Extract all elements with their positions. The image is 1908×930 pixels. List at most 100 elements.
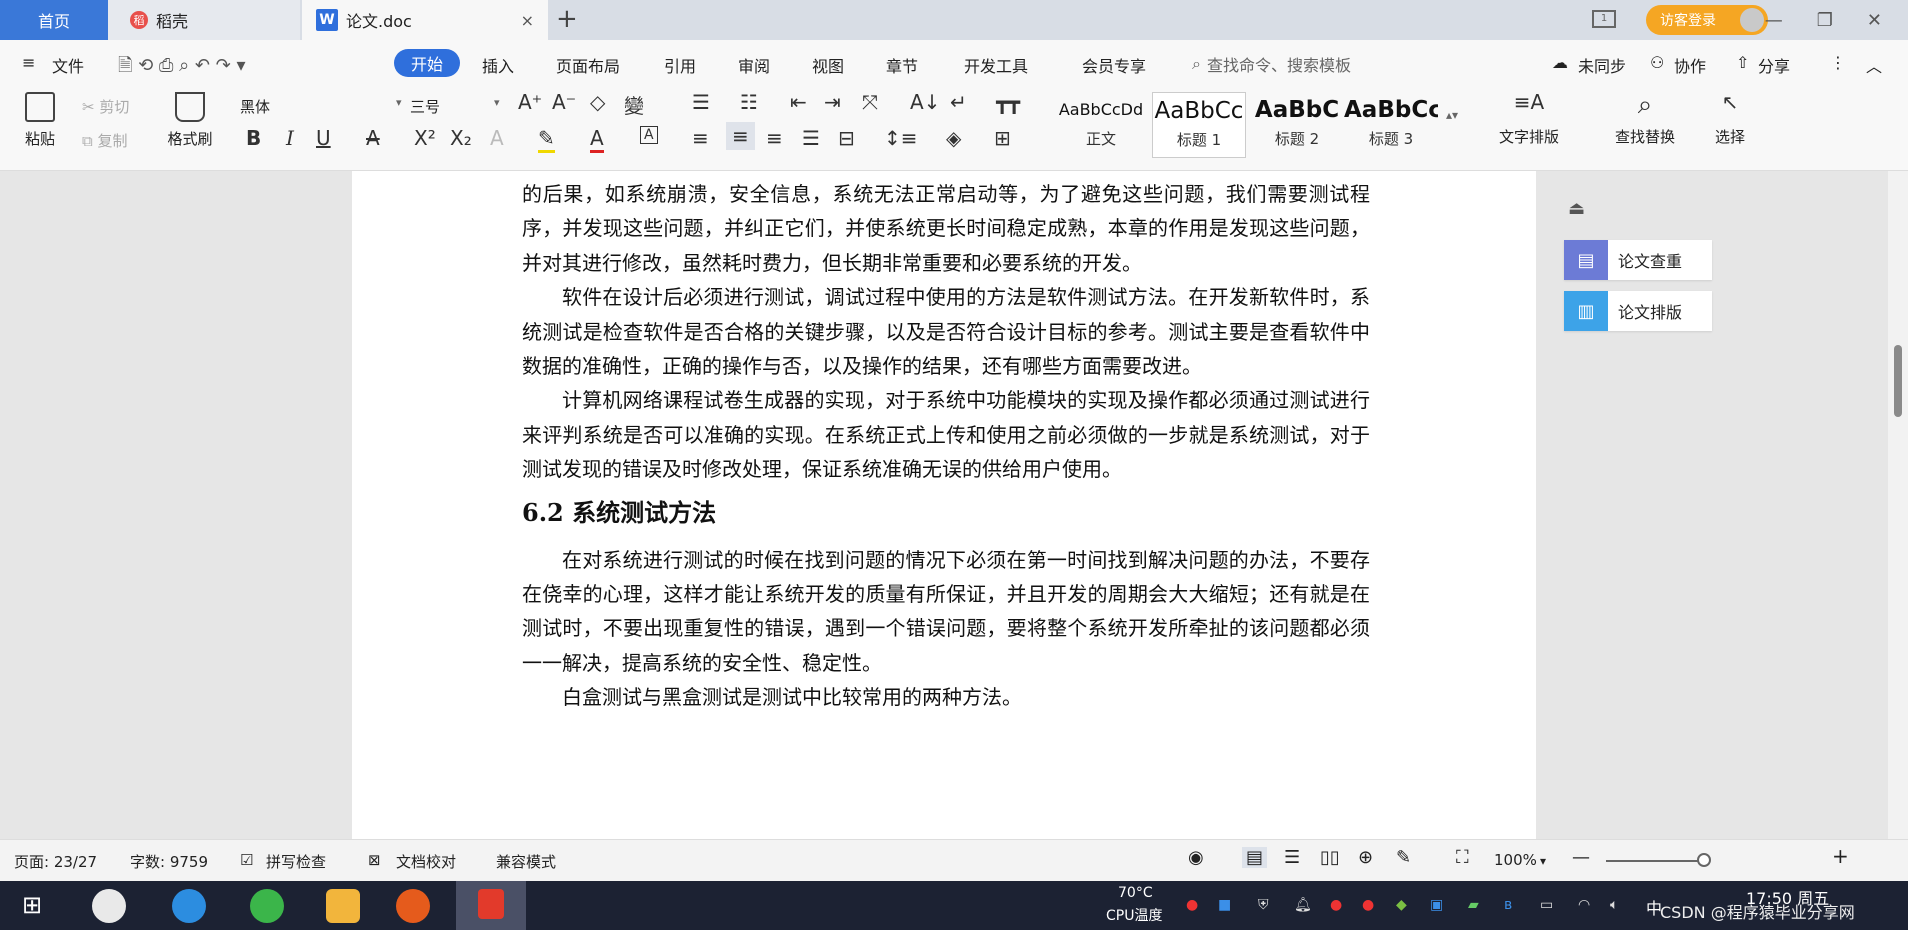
distributed-icon[interactable]: ⊟ (838, 126, 855, 150)
format-painter-button[interactable]: 格式刷 (160, 92, 220, 149)
ie-browser-icon[interactable] (172, 889, 206, 923)
paragraph[interactable]: 计算机网络课程试卷生成器的实现，对于系统中功能模块的实现及操作都必须通过测试进行… (522, 383, 1370, 486)
style-heading-3[interactable]: AaBbCc 标题 3 (1344, 92, 1438, 158)
tab-references[interactable]: 引用 (664, 53, 696, 77)
style-body[interactable]: AaBbCcDd 正文 (1054, 92, 1148, 158)
word-count[interactable]: 字数: 9759 (130, 851, 208, 872)
tab-page-layout[interactable]: 页面布局 (556, 53, 620, 77)
paragraph[interactable]: 的后果，如系统崩溃，安全信息，系统无法正常启动等，为了避免这些问题，我们需要测试… (522, 177, 1370, 280)
paragraph[interactable]: 白盒测试与黑盒测试是测试中比较常用的两种方法。 (522, 680, 1370, 714)
menu-file[interactable]: 文件 (52, 53, 84, 77)
tab-daoke[interactable]: 稻 稻壳 (108, 0, 300, 40)
collapse-ribbon-icon[interactable]: ︿ (1866, 53, 1882, 77)
more-icon[interactable]: ⋮ (1830, 53, 1846, 72)
tray-green-icon[interactable]: ◆ (1396, 897, 1407, 913)
close-tab-icon[interactable]: × (521, 11, 534, 30)
windows-start-icon[interactable]: ⊞ (22, 891, 42, 919)
tab-insert[interactable]: 插入 (482, 53, 514, 77)
close-icon[interactable]: ✕ (1867, 10, 1882, 31)
document-body[interactable]: 的后果，如系统崩溃，安全信息，系统无法正常启动等，为了避免这些问题，我们需要测试… (522, 177, 1370, 715)
share-button[interactable]: 分享 (1758, 53, 1790, 77)
justify-icon[interactable]: ☰ (802, 126, 820, 150)
zoom-level[interactable]: 100% (1494, 851, 1537, 869)
clear-format-icon[interactable]: ◇ (590, 90, 605, 114)
line-break-icon[interactable]: ↵ (950, 90, 967, 114)
borders-icon[interactable]: ⊞ (994, 126, 1011, 150)
align-center-icon[interactable]: ≡ (726, 122, 755, 150)
size-dropdown-icon[interactable]: ▾ (494, 96, 500, 109)
share-icon[interactable]: ⇧ (1736, 53, 1749, 72)
quick-access-icons[interactable]: 🗎 ⟲ ⎙ ⌕ ↶ ↷ ▾ (118, 53, 246, 83)
proofread-icon[interactable]: ⊠ (368, 851, 381, 869)
section-heading[interactable]: 6.2 系统测试方法 (522, 490, 1370, 536)
nvidia-icon[interactable]: ▰ (1468, 897, 1479, 913)
underline-icon[interactable]: U (316, 126, 331, 150)
scrollbar-thumb[interactable] (1894, 345, 1902, 417)
text-layout-button[interactable]: ≡A 文字排版 (1484, 90, 1574, 147)
pinyin-icon[interactable]: 變 (624, 90, 644, 119)
font-dropdown-icon[interactable]: ▾ (396, 96, 402, 109)
font-name-select[interactable]: 黑体 (240, 96, 270, 117)
decrease-indent-icon[interactable]: ⇤ (790, 90, 807, 114)
paragraph[interactable]: 在对系统进行测试的时候在找到问题的情况下必须在第一时间找到解决问题的办法，不要存… (522, 543, 1370, 681)
wifi-icon[interactable]: ◠ (1578, 897, 1590, 913)
bluetooth-icon[interactable]: ʙ (1504, 897, 1512, 913)
shrink-font-icon[interactable]: A⁻ (552, 90, 576, 114)
restore-icon[interactable]: ❐ (1817, 10, 1833, 31)
tray-app-blue-icon[interactable]: ■ (1218, 897, 1231, 913)
select-button[interactable]: ↖ 选择 (1700, 90, 1760, 147)
grow-font-icon[interactable]: A⁺ (518, 90, 542, 114)
tab-start[interactable]: 开始 (394, 49, 460, 77)
volume-icon[interactable]: 🔈︎ (1610, 897, 1618, 913)
numbered-list-icon[interactable]: ☷ (740, 90, 758, 114)
subscript-icon[interactable]: X₂ (450, 126, 472, 150)
collapse-panel-icon[interactable]: ⏏ (1568, 198, 1585, 219)
tab-document[interactable]: W 论文.doc × (302, 0, 548, 40)
tray-app-red-icon[interactable]: ● (1186, 897, 1198, 913)
line-spacing-icon[interactable]: ↕≡ (884, 126, 918, 150)
bell-icon[interactable]: 🔔︎ (1294, 897, 1312, 913)
shield-icon[interactable]: ⛨ (1258, 897, 1269, 913)
document-page[interactable]: 的后果，如系统崩溃，安全信息，系统无法正常启动等，为了避免这些问题，我们需要测试… (352, 171, 1536, 839)
style-heading-2[interactable]: AaBbC 标题 2 (1250, 92, 1344, 158)
spell-check-icon[interactable]: ☑ (240, 851, 253, 869)
reading-view-icon[interactable]: ▯▯ (1320, 847, 1340, 868)
app-orange-icon[interactable] (396, 889, 430, 923)
zoom-slider[interactable] (1606, 860, 1710, 862)
bold-icon[interactable]: B (246, 126, 261, 150)
page-indicator[interactable]: 页面: 23/27 (14, 851, 97, 872)
battery-icon[interactable]: ▭ (1540, 897, 1553, 913)
text-direction-icon[interactable]: A↓ (910, 90, 940, 114)
new-tab-button[interactable]: + (556, 4, 578, 34)
tab-developer[interactable]: 开发工具 (964, 53, 1028, 77)
paragraph[interactable]: 软件在设计后必须进行测试，调试过程中使用的方法是软件测试方法。在开发新软件时，系… (522, 280, 1370, 383)
page-view-icon[interactable]: ▤ (1242, 847, 1268, 868)
tab-review[interactable]: 审阅 (738, 53, 770, 77)
highlight-icon[interactable]: ✎ (538, 126, 555, 153)
increase-indent-icon[interactable]: ⇥ (824, 90, 841, 114)
collab-button[interactable]: 协作 (1674, 53, 1706, 77)
web-view-icon[interactable]: ⊕ (1358, 847, 1373, 868)
align-right-icon[interactable]: ≡ (766, 126, 783, 150)
ruler-icon[interactable]: ┳┳ (996, 90, 1020, 114)
style-heading-1[interactable]: AaBbCc 标题 1 (1152, 92, 1246, 158)
tab-view[interactable]: 视图 (812, 53, 844, 77)
tab-member[interactable]: 会员专享 (1082, 53, 1146, 77)
text-effect-icon[interactable]: A (490, 126, 504, 150)
zoom-in-icon[interactable]: + (1832, 844, 1849, 868)
font-size-select[interactable]: 三号 (410, 96, 440, 117)
write-mode-icon[interactable]: ✎ (1396, 847, 1411, 868)
cloud-sync-icon[interactable]: ☁ (1552, 53, 1568, 72)
app-pinwheel-icon[interactable] (92, 889, 126, 923)
vertical-scrollbar[interactable] (1888, 171, 1908, 839)
thesis-check-button[interactable]: ▤ 论文查重 (1564, 240, 1712, 280)
zoom-slider-knob[interactable] (1697, 853, 1711, 867)
find-replace-button[interactable]: ⌕ 查找替换 (1600, 90, 1690, 147)
spell-check-button[interactable]: 拼写检查 (266, 851, 326, 872)
fit-page-icon[interactable]: ⛶ (1456, 847, 1469, 868)
tray-qq-icon[interactable]: ● (1330, 897, 1342, 913)
thesis-layout-button[interactable]: ▥ 论文排版 (1564, 291, 1712, 331)
cut-button[interactable]: ✂ 剪切 (82, 96, 129, 117)
chinese-layout-icon[interactable]: ⤧ (862, 90, 878, 114)
tab-section[interactable]: 章节 (886, 53, 918, 77)
